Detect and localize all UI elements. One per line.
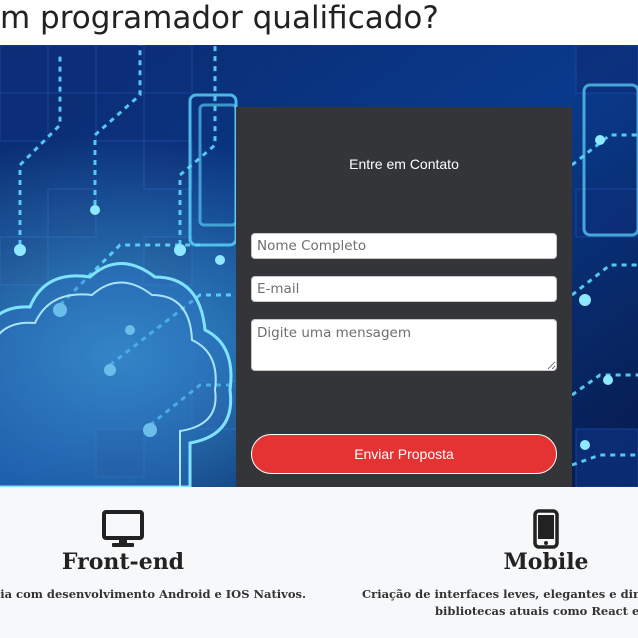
name-input[interactable]	[251, 233, 557, 259]
feature-text-front-end: cia com desenvolvimento Android e IOS Na…	[0, 587, 306, 601]
contact-form-title: Entre em Contato	[349, 156, 459, 172]
feature-text-mobile-line1: Criação de interfaces leves, elegantes e…	[362, 587, 638, 601]
hero-banner: Entre em Contato Enviar Proposta	[0, 45, 638, 487]
features-section: Front-end cia com desenvolvimento Androi…	[0, 487, 638, 638]
message-textarea[interactable]	[251, 319, 557, 371]
feature-title-mobile: Mobile	[503, 549, 589, 575]
page-title: m programador qualificado?	[0, 0, 439, 36]
monitor-icon	[102, 510, 144, 547]
mobile-phone-icon	[533, 509, 559, 549]
feature-title-front-end: Front-end	[61, 549, 185, 575]
feature-text-mobile-line2: bibliotecas atuais como React e V	[435, 604, 638, 618]
send-proposal-button[interactable]: Enviar Proposta	[251, 434, 557, 474]
contact-form-card: Entre em Contato Enviar Proposta	[236, 107, 572, 487]
email-input[interactable]	[251, 276, 557, 302]
page-header: m programador qualificado?	[0, 0, 638, 45]
